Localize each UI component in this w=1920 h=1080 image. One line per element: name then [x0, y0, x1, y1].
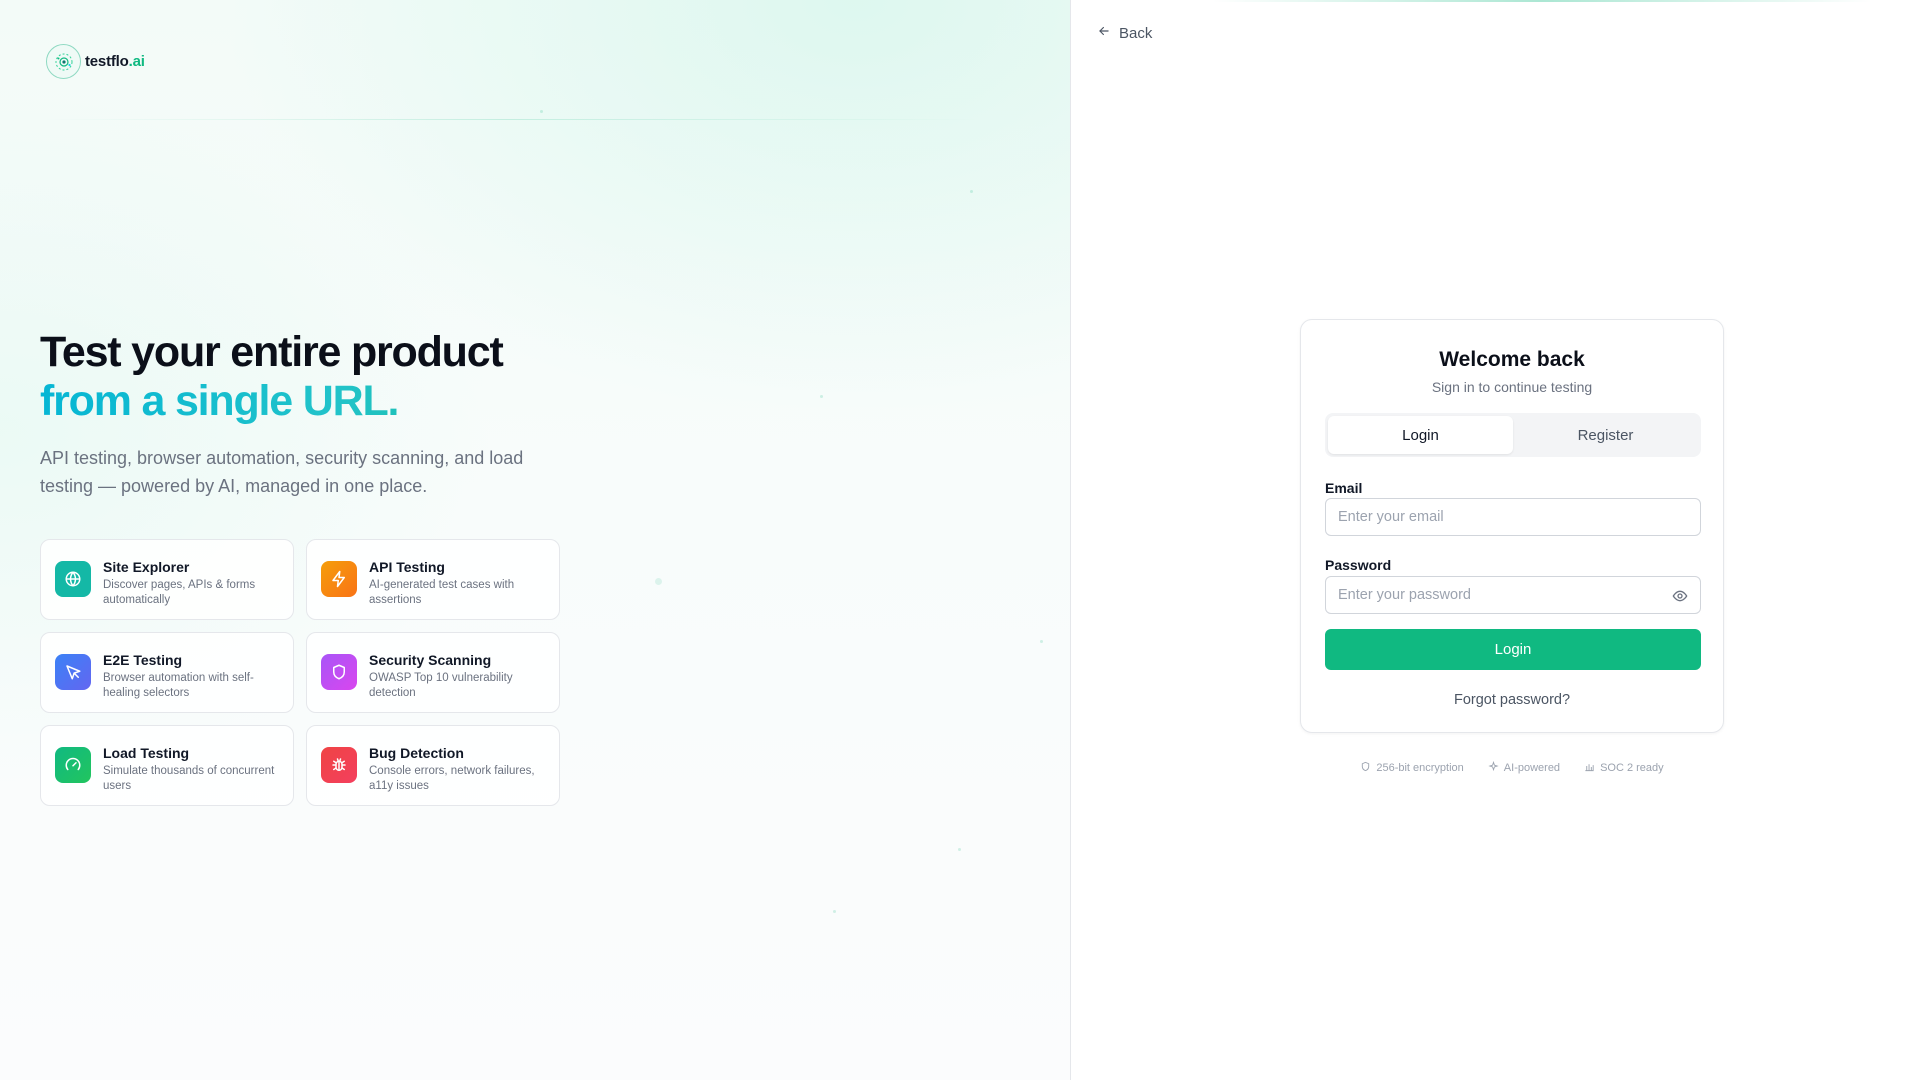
- email-label: Email: [1325, 480, 1363, 496]
- feature-title: Security Scanning: [369, 652, 492, 668]
- sparkle-icon: [1488, 760, 1499, 775]
- hero-description: API testing, browser automation, securit…: [40, 448, 524, 496]
- trust-badges: 256-bit encryption AI-powered SOC 2 read…: [1300, 760, 1724, 775]
- logo-icon: [46, 44, 81, 79]
- brand-logo[interactable]: testflo.ai: [46, 44, 145, 79]
- badge-label: SOC 2 ready: [1600, 762, 1664, 774]
- feature-title: Bug Detection: [369, 745, 464, 761]
- decorative-divider: [40, 119, 980, 120]
- decorative-dot: [970, 190, 973, 193]
- badge-encryption: 256-bit encryption: [1360, 761, 1464, 775]
- feature-card-api-testing: API Testing AI-generated test cases with…: [306, 539, 560, 620]
- globe-icon: [55, 561, 91, 597]
- decorative-dot: [820, 395, 823, 398]
- feature-title: Site Explorer: [103, 559, 190, 575]
- password-label: Password: [1325, 557, 1392, 573]
- feature-description: OWASP Top 10 vulnerability detection: [369, 672, 513, 699]
- tab-register[interactable]: Register: [1513, 416, 1698, 454]
- feature-grid: Site Explorer Discover pages, APIs & for…: [40, 539, 560, 806]
- feature-card-security-scanning: Security Scanning OWASP Top 10 vulnerabi…: [306, 632, 560, 713]
- hero-title: Test your entire product from a single U…: [40, 328, 640, 426]
- decorative-dot: [958, 848, 961, 851]
- back-label: Back: [1119, 24, 1153, 42]
- arrow-left-icon: [1097, 24, 1111, 42]
- auth-subtitle: Sign in to continue testing: [1431, 379, 1593, 395]
- password-field[interactable]: [1326, 577, 1700, 613]
- feature-card-load-testing: Load Testing Simulate thousands of concu…: [40, 725, 294, 806]
- brand-name: testflo.ai: [85, 53, 145, 70]
- shield-icon: [321, 654, 357, 690]
- marketing-panel: testflo.ai Test your entire product from…: [0, 0, 1071, 1080]
- feature-description: Discover pages, APIs & forms automatical…: [103, 579, 256, 606]
- hero: Test your entire product from a single U…: [40, 328, 640, 500]
- lightning-icon: [321, 561, 357, 597]
- decorative-top-line: [1212, 0, 1872, 2]
- decorative-dot: [833, 910, 836, 913]
- feature-description: Simulate thousands of concurrent users: [103, 765, 275, 792]
- tab-login[interactable]: Login: [1328, 416, 1513, 454]
- email-field-wrapper: [1325, 498, 1701, 536]
- back-button[interactable]: Back: [1097, 24, 1152, 42]
- auth-title: Welcome back: [1439, 348, 1585, 371]
- decorative-dot: [655, 578, 662, 585]
- auth-tabs: Login Register: [1325, 413, 1701, 457]
- feature-title: E2E Testing: [103, 652, 183, 668]
- hero-title-line2: from a single URL.: [40, 377, 640, 426]
- login-card: Welcome back Sign in to continue testing…: [1300, 319, 1724, 733]
- bar-chart-icon: [1584, 761, 1595, 775]
- decorative-dot: [1040, 640, 1043, 643]
- feature-card-e2e-testing: E2E Testing Browser automation with self…: [40, 632, 294, 713]
- feature-card-site-explorer: Site Explorer Discover pages, APIs & for…: [40, 539, 294, 620]
- badge-soc2: SOC 2 ready: [1584, 761, 1664, 775]
- badge-ai-powered: AI-powered: [1488, 760, 1561, 775]
- eye-icon[interactable]: [1672, 588, 1688, 609]
- bug-icon: [321, 747, 357, 783]
- password-field-wrapper: [1325, 576, 1701, 614]
- login-button[interactable]: Login: [1325, 629, 1701, 670]
- auth-panel: Back Welcome back Sign in to continue te…: [1072, 0, 1920, 1080]
- feature-title: API Testing: [369, 559, 445, 575]
- feature-card-bug-detection: Bug Detection Console errors, network fa…: [306, 725, 560, 806]
- email-field[interactable]: [1326, 499, 1700, 535]
- badge-label: 256-bit encryption: [1376, 762, 1464, 774]
- shield-outline-icon: [1360, 761, 1371, 775]
- feature-title: Load Testing: [103, 745, 190, 761]
- gauge-icon: [55, 747, 91, 783]
- badge-label: AI-powered: [1503, 762, 1561, 774]
- forgot-password-link[interactable]: Forgot password?: [1301, 692, 1723, 708]
- feature-description: Console errors, network failures, a11y i…: [369, 765, 535, 792]
- hero-title-line1: Test your entire product: [40, 328, 504, 376]
- feature-description: AI-generated test cases with assertions: [369, 579, 515, 606]
- feature-description: Browser automation with self-healing sel…: [103, 672, 254, 699]
- cursor-icon: [55, 654, 91, 690]
- decorative-dot: [540, 110, 543, 113]
